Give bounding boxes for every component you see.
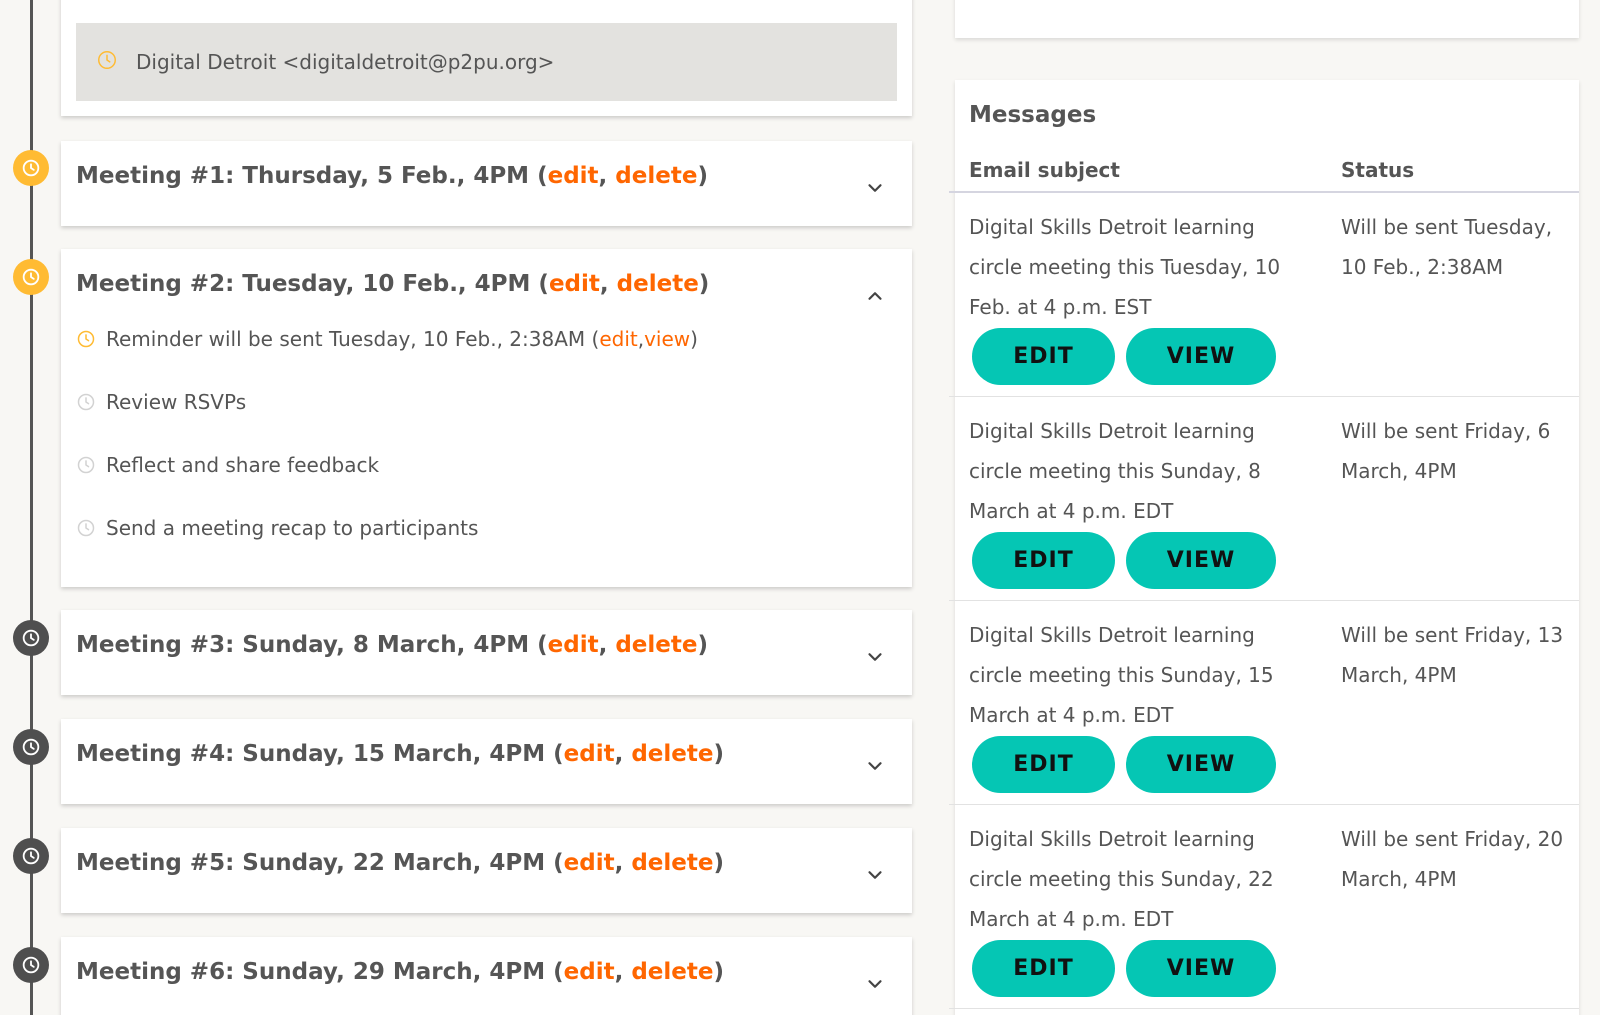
meeting-title: Meeting #2: Tuesday, 10 Feb., 4PM (edit,…: [76, 271, 710, 297]
view-message-button[interactable]: VIEW: [1126, 940, 1276, 997]
messages-title: Messages: [969, 102, 1097, 128]
timeline-clock-icon: [13, 620, 49, 656]
meeting-delete-link[interactable]: delete: [617, 271, 699, 297]
meeting-recap-task: Send a meeting recap to participants: [76, 516, 478, 540]
chevron-up-icon[interactable]: [864, 285, 886, 307]
message-row: Digital Skills Detroit learning circle m…: [949, 193, 1579, 397]
review-rsvps-task: Review RSVPs: [76, 390, 246, 414]
edit-message-button[interactable]: EDIT: [972, 940, 1115, 997]
message-subject: Digital Skills Detroit learning circle m…: [969, 623, 1274, 727]
reminder-view-link[interactable]: view: [644, 327, 690, 351]
view-message-button[interactable]: VIEW: [1126, 328, 1276, 385]
timeline-clock-icon: [13, 259, 49, 295]
messages-panel: Messages Email subject Status Digital Sk…: [949, 80, 1579, 1015]
timeline-clock-icon: [13, 729, 49, 765]
meeting-title: Meeting #1: Thursday, 5 Feb., 4PM (edit,…: [76, 163, 708, 189]
facilitator-card: Digital Detroit <digitaldetroit@p2pu.org…: [61, 0, 912, 116]
clock-icon: [76, 455, 96, 475]
meeting-delete-link[interactable]: delete: [615, 163, 697, 189]
message-row: Digital Skills Detroit learning circle m…: [949, 397, 1579, 601]
view-message-button[interactable]: VIEW: [1126, 736, 1276, 793]
edit-message-button[interactable]: EDIT: [972, 532, 1115, 589]
edit-message-button[interactable]: EDIT: [972, 328, 1115, 385]
reminder-edit-link[interactable]: edit: [599, 327, 637, 351]
meeting-title: Meeting #5: Sunday, 22 March, 4PM (edit,…: [76, 850, 724, 876]
meeting-edit-link[interactable]: edit: [549, 271, 600, 297]
message-status: Will be sent Friday, 6 March, 4PM: [1341, 419, 1551, 483]
meeting-delete-link[interactable]: delete: [631, 850, 713, 876]
chevron-down-icon[interactable]: [864, 864, 886, 886]
meeting-title: Meeting #3: Sunday, 8 March, 4PM (edit, …: [76, 632, 708, 658]
chevron-down-icon[interactable]: [864, 177, 886, 199]
meeting-delete-link[interactable]: delete: [631, 741, 713, 767]
meeting-delete-link[interactable]: delete: [615, 632, 697, 658]
meeting-delete-link[interactable]: delete: [631, 959, 713, 985]
meeting-card-2[interactable]: Meeting #2: Tuesday, 10 Feb., 4PM (edit,…: [61, 249, 912, 587]
clock-icon: [76, 392, 96, 412]
meeting-card-5[interactable]: Meeting #5: Sunday, 22 March, 4PM (edit,…: [61, 828, 912, 913]
timeline-clock-icon: [13, 150, 49, 186]
message-status: Will be sent Tuesday, 10 Feb., 2:38AM: [1341, 215, 1553, 279]
message-status: Will be sent Friday, 20 March, 4PM: [1341, 827, 1564, 891]
meeting-card-6[interactable]: Meeting #6: Sunday, 29 March, 4PM (edit,…: [61, 937, 912, 1015]
chevron-down-icon[interactable]: [864, 646, 886, 668]
meeting-card-4[interactable]: Meeting #4: Sunday, 15 March, 4PM (edit,…: [61, 719, 912, 804]
message-status: Will be sent Friday, 13 March, 4PM: [1341, 623, 1564, 687]
chevron-down-icon[interactable]: [864, 755, 886, 777]
facilitator-contact-text: Digital Detroit <digitaldetroit@p2pu.org…: [136, 50, 555, 74]
message-subject: Digital Skills Detroit learning circle m…: [969, 215, 1281, 319]
column-header-subject: Email subject: [969, 158, 1120, 182]
meeting-edit-link[interactable]: edit: [548, 163, 599, 189]
meeting-edit-link[interactable]: edit: [564, 741, 615, 767]
view-message-button[interactable]: VIEW: [1126, 532, 1276, 589]
message-row: Digital Skills Detroit learning circle m…: [949, 601, 1579, 805]
column-header-status: Status: [1341, 158, 1415, 182]
reminder-task: Reminder will be sent Tuesday, 10 Feb., …: [76, 327, 698, 351]
facilitator-contact: Digital Detroit <digitaldetroit@p2pu.org…: [76, 23, 897, 101]
meeting-card-3[interactable]: Meeting #3: Sunday, 8 March, 4PM (edit, …: [61, 610, 912, 695]
timeline-clock-icon: [13, 838, 49, 874]
clock-icon: [76, 329, 96, 349]
meeting-edit-link[interactable]: edit: [564, 959, 615, 985]
timeline-clock-icon: [13, 947, 49, 983]
top-panel: [955, 0, 1579, 38]
message-subject: Digital Skills Detroit learning circle m…: [969, 419, 1261, 523]
message-row: Digital Skills Detroit learning circle m…: [949, 805, 1579, 1009]
meeting-title: Meeting #6: Sunday, 29 March, 4PM (edit,…: [76, 959, 724, 985]
meeting-title: Meeting #4: Sunday, 15 March, 4PM (edit,…: [76, 741, 724, 767]
chevron-down-icon[interactable]: [864, 973, 886, 995]
reflect-feedback-task: Reflect and share feedback: [76, 453, 379, 477]
edit-message-button[interactable]: EDIT: [972, 736, 1115, 793]
meeting-edit-link[interactable]: edit: [548, 632, 599, 658]
meeting-edit-link[interactable]: edit: [564, 850, 615, 876]
clock-icon: [76, 518, 96, 538]
message-subject: Digital Skills Detroit learning circle m…: [969, 827, 1274, 931]
clock-icon: [96, 49, 118, 76]
meeting-card-1[interactable]: Meeting #1: Thursday, 5 Feb., 4PM (edit,…: [61, 141, 912, 226]
